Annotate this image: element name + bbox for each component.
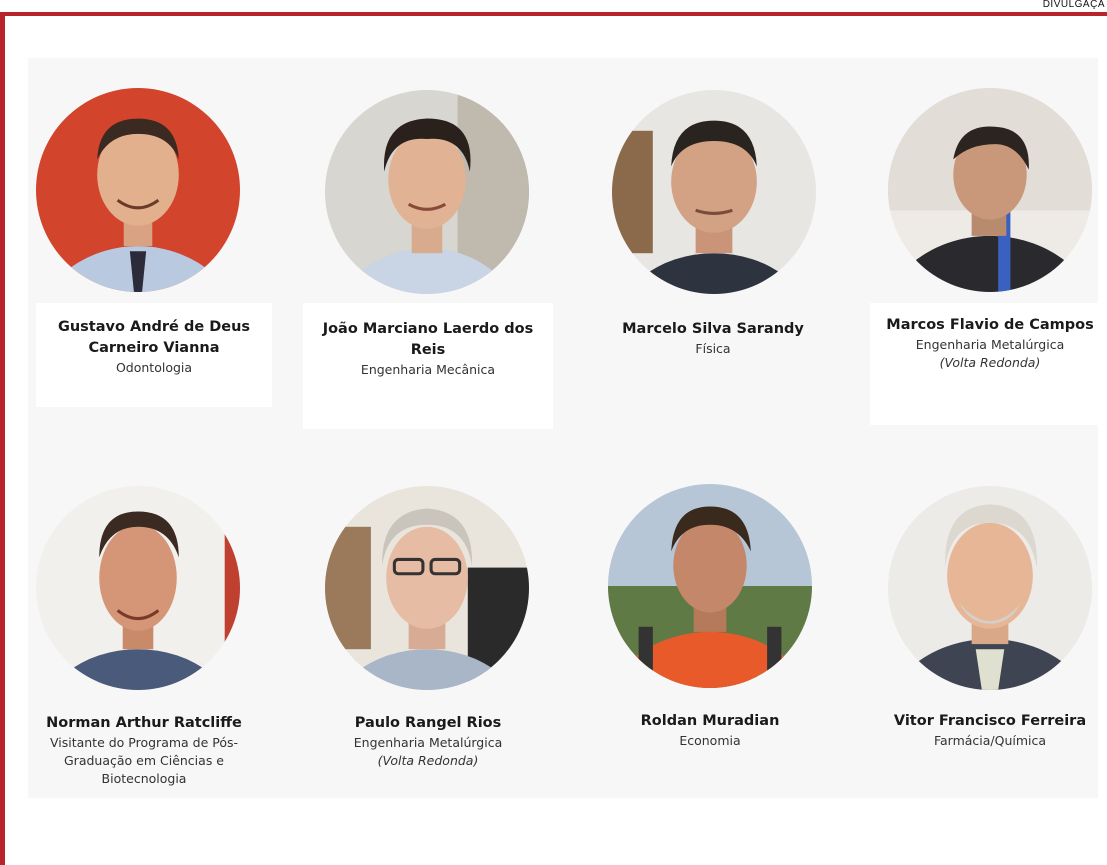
portrait-photo — [612, 90, 816, 294]
person-location: (Volta Redonda) — [939, 355, 1041, 370]
person-card: Marcos Flavio de Campos Engenharia Metal… — [870, 303, 1107, 425]
person-card: Gustavo André de Deus Carneiro Vianna Od… — [36, 303, 272, 407]
person-role: Engenharia Metalúrgica — [915, 337, 1065, 352]
person-role: Física — [695, 341, 731, 356]
person-role: Visitante do Programa de Pós-Graduação e… — [49, 735, 239, 786]
portrait-photo — [325, 486, 529, 690]
person-role: Engenharia Metalúrgica — [353, 735, 503, 750]
person-card: Marcelo Silva Sarandy Física — [588, 303, 838, 379]
red-frame-top — [0, 12, 1107, 16]
person-role: Engenharia Mecânica — [360, 362, 496, 377]
red-frame-left — [0, 12, 5, 865]
person-name: Vitor Francisco Ferreira — [893, 713, 1087, 729]
portrait-photo — [36, 486, 240, 690]
person-role: Odontologia — [115, 360, 193, 375]
person-name: Roldan Muradian — [640, 713, 780, 729]
person-role: Economia — [679, 733, 741, 748]
portrait-gustavo-icon — [36, 88, 240, 292]
portrait-photo — [36, 88, 240, 292]
person-location: (Volta Redonda) — [377, 753, 479, 768]
person-card: João Marciano Laerdo dos Reis Engenharia… — [303, 303, 553, 429]
person-card: Norman Arthur Ratcliffe Visitante do Pro… — [28, 703, 260, 808]
person-card: Roldan Muradian Economia — [590, 703, 830, 761]
person-name: Norman Arthur Ratcliffe — [46, 715, 242, 731]
person-role: Farmácia/Química — [933, 733, 1047, 748]
person-card: Paulo Rangel Rios Engenharia Metalúrgica… — [308, 703, 548, 788]
person-name: João Marciano Laerdo dos Reis — [322, 321, 534, 358]
person-card: Vitor Francisco Ferreira Farmácia/Químic… — [870, 703, 1107, 761]
person-name: Paulo Rangel Rios — [354, 715, 502, 731]
portrait-photo — [325, 90, 529, 294]
portrait-photo — [888, 486, 1092, 690]
photo-credit: DIVULGAÇÃ — [1042, 0, 1105, 10]
faculty-grid: Gustavo André de Deus Carneiro Vianna Od… — [28, 58, 1107, 798]
person-name: Marcos Flavio de Campos — [886, 317, 1094, 333]
portrait-photo — [888, 88, 1092, 292]
person-name: Marcelo Silva Sarandy — [622, 321, 804, 337]
portrait-photo — [608, 484, 812, 688]
person-name: Gustavo André de Deus Carneiro Vianna — [57, 319, 251, 356]
